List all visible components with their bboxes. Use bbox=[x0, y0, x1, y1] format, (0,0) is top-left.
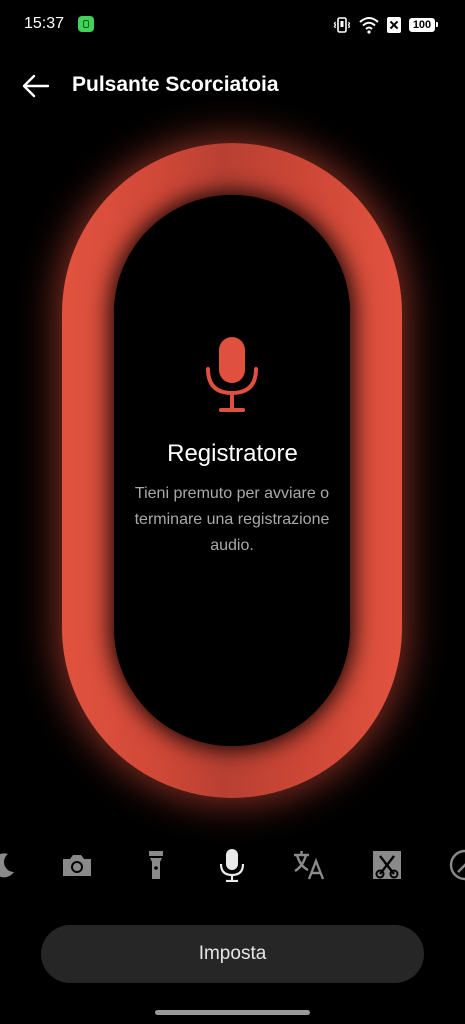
status-bar: 15:37 100 bbox=[0, 0, 465, 52]
app-notification-icon bbox=[78, 16, 94, 32]
home-indicator[interactable] bbox=[155, 1010, 310, 1015]
microphone-icon bbox=[206, 337, 258, 412]
set-button[interactable]: Imposta bbox=[41, 925, 424, 983]
wifi-icon bbox=[359, 17, 379, 34]
status-indicators: 100 bbox=[333, 14, 438, 36]
microphone-icon-selected[interactable] bbox=[215, 848, 249, 882]
translate-icon[interactable] bbox=[292, 848, 326, 882]
compass-icon[interactable] bbox=[448, 848, 465, 882]
no-sim-icon bbox=[387, 17, 401, 33]
feature-description: Tieni premuto per avviare o terminare un… bbox=[134, 485, 330, 554]
vibrate-icon bbox=[333, 17, 351, 33]
shortcut-icon-strip[interactable] bbox=[0, 840, 465, 890]
status-time: 15:37 bbox=[24, 15, 65, 32]
page-title: Pulsante Scorciatoia bbox=[72, 73, 279, 96]
flashlight-icon[interactable] bbox=[139, 848, 173, 882]
battery-level: 100 bbox=[412, 18, 432, 31]
screen: 15:37 100 Pulsante Scorciatoia Registrat… bbox=[0, 0, 465, 1024]
camera-icon[interactable] bbox=[60, 848, 94, 882]
shortcut-button-inner bbox=[114, 195, 350, 746]
screenshot-icon[interactable] bbox=[370, 848, 404, 882]
battery-icon: 100 bbox=[409, 18, 438, 32]
feature-title: Registratore bbox=[167, 440, 298, 467]
moon-icon[interactable] bbox=[0, 848, 20, 882]
back-arrow-icon[interactable] bbox=[18, 68, 54, 104]
